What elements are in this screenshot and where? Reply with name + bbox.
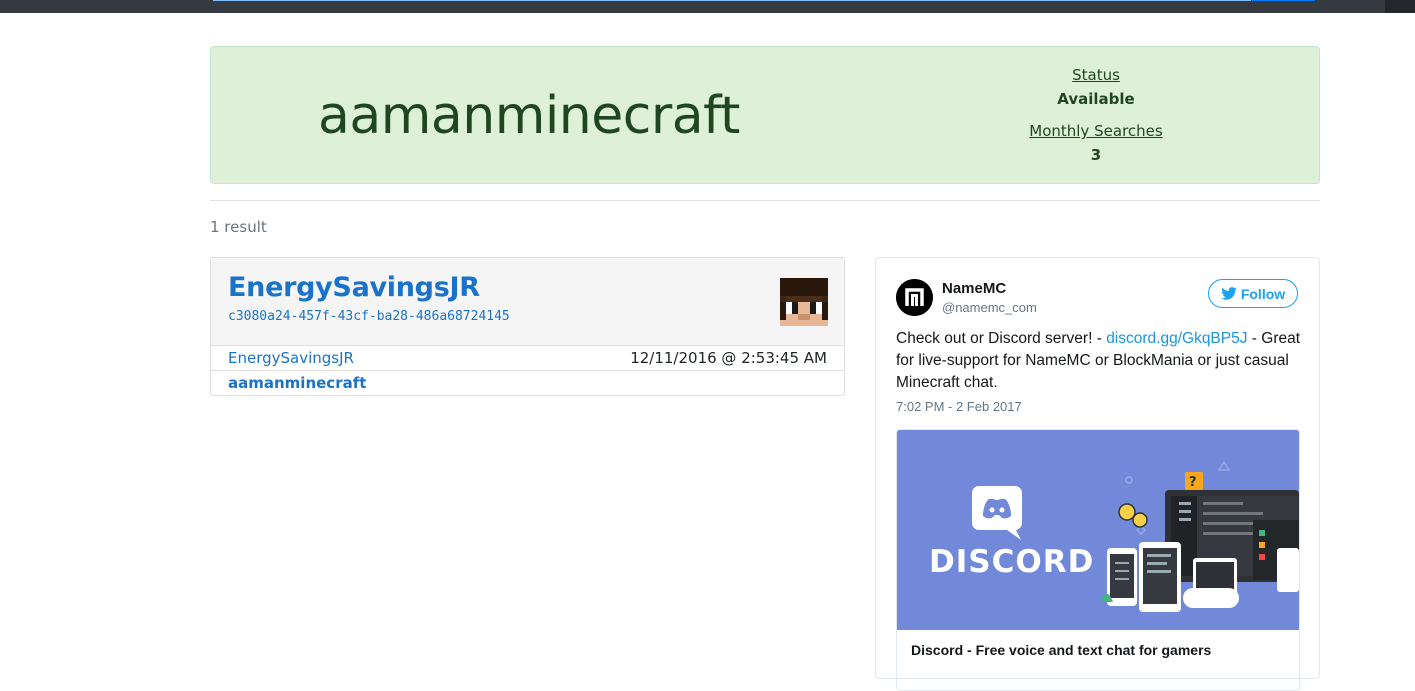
follow-label: Follow	[1240, 285, 1286, 302]
follow-button[interactable]: Follow	[1208, 279, 1298, 308]
history-date: 12/11/2016 @ 2:53:45 AM	[630, 349, 827, 367]
embedded-tweet: NameMC @namemc_com Follow Check out or D…	[875, 257, 1320, 691]
svg-text:?: ?	[1189, 475, 1197, 490]
discord-wordmark: DISCORD	[929, 544, 1094, 580]
status-value: Available	[1057, 90, 1135, 108]
monthly-searches-stat: Monthly Searches 3	[986, 119, 1206, 167]
search-input[interactable]	[213, 0, 1251, 1]
profile-result-card: EnergySavingsJR c3080a24-457f-43cf-ba28-…	[210, 257, 845, 396]
tweet-timestamp[interactable]: 7:02 PM - 2 Feb 2017	[896, 399, 1022, 414]
top-navbar	[0, 0, 1415, 13]
searched-username: aamanminecraft	[318, 86, 740, 146]
twitter-bird-icon	[1221, 287, 1237, 300]
history-name-link[interactable]: aamanminecraft	[228, 371, 366, 395]
username-availability-banner: aamanminecraft Status Available Monthly …	[210, 46, 1320, 184]
tweet-account-name[interactable]: NameMC	[942, 280, 1006, 297]
skin-head-avatar[interactable]	[780, 278, 828, 326]
profile-card-header: EnergySavingsJR c3080a24-457f-43cf-ba28-…	[211, 258, 844, 346]
namemc-logo-icon[interactable]	[896, 279, 933, 316]
search-button[interactable]	[1252, 0, 1315, 1]
discord-invite-link[interactable]: discord.gg/GkqBP5J	[1106, 330, 1247, 347]
status-stat: Status Available	[986, 63, 1206, 111]
monthly-searches-value: 3	[1090, 146, 1102, 164]
tweet-text-start: Check out or Discord server! -	[896, 330, 1107, 347]
tweet-text: Check out or Discord server! - discord.g…	[896, 328, 1301, 394]
profile-uuid[interactable]: c3080a24-457f-43cf-ba28-486a68724145	[228, 309, 510, 324]
name-history-row: EnergySavingsJR 12/11/2016 @ 2:53:45 AM	[211, 346, 844, 371]
discord-promo-image[interactable]: DISCORD ?	[897, 430, 1299, 630]
link-card-title[interactable]: Discord - Free voice and text chat for g…	[911, 642, 1211, 658]
monthly-searches-label[interactable]: Monthly Searches	[986, 119, 1206, 143]
history-name-link[interactable]: EnergySavingsJR	[228, 346, 354, 370]
result-count: 1 result	[210, 218, 267, 236]
status-label[interactable]: Status	[986, 63, 1206, 87]
tweet-link-card[interactable]: DISCORD ? Discord - Free voice and text …	[896, 429, 1300, 691]
profile-name-link[interactable]: EnergySavingsJR	[228, 272, 480, 303]
divider	[210, 200, 1320, 201]
tweet-handle[interactable]: @namemc_com	[942, 300, 1037, 315]
navbar-edge	[1385, 0, 1415, 13]
name-history-row: aamanminecraft	[211, 371, 844, 395]
